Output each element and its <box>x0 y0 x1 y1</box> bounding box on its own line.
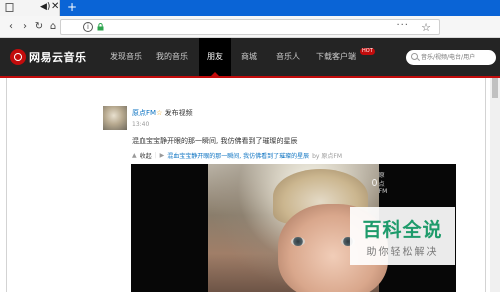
bookmark-star-icon[interactable]: ☆ <box>421 21 431 34</box>
browser-toolbar: ‹ › ↻ ⌂ i ··· ☆ <box>0 16 500 38</box>
nav-item-my-music[interactable]: 我的音乐 <box>150 38 194 76</box>
video-title-link[interactable]: 混血宝宝静开眼的那一瞬间, 我仿佛看到了璀璨的星辰 <box>167 151 309 160</box>
separator: | <box>154 152 157 159</box>
new-tab-button[interactable]: + <box>66 0 78 16</box>
badge-subtitle: 助你轻松解决 <box>366 247 439 258</box>
nav-item-friends[interactable]: 朋友 <box>199 38 231 76</box>
top-nav: 网易云音乐 发现音乐 我的音乐 朋友 商城 音乐人 下载客户端 HOT <box>0 38 500 76</box>
forward-icon[interactable]: › <box>18 20 32 34</box>
lock-icon <box>97 23 104 31</box>
netease-logo-icon <box>10 49 26 65</box>
back-icon[interactable]: ‹ <box>4 20 18 34</box>
user-name-link[interactable]: 原点FM <box>132 109 156 117</box>
video-eye-left <box>291 237 305 246</box>
video-watermark: 原点FM <box>372 170 390 195</box>
collapse-link[interactable]: 收起 <box>140 151 152 160</box>
post-text: 混血宝宝静开眼的那一瞬间, 我仿佛看到了璀璨的星辰 <box>132 137 298 145</box>
scrollbar-thumb[interactable] <box>492 78 498 98</box>
logo-text: 网易云音乐 <box>29 51 87 64</box>
baike-watermark-badge: 百科全说 助你轻松解决 <box>350 207 455 265</box>
browser-tab[interactable]: ◀) ✕ <box>0 0 60 16</box>
badge-title: 百科全说 <box>362 219 443 241</box>
home-icon[interactable]: ⌂ <box>46 20 60 34</box>
speaker-icon[interactable]: ◀) <box>40 2 50 12</box>
site-info-icon[interactable]: i <box>83 22 93 32</box>
reload-icon[interactable]: ↻ <box>32 20 46 34</box>
video-icon: ▶ <box>159 152 165 159</box>
site-logo[interactable]: 网易云音乐 <box>10 48 87 66</box>
page-actions-icon[interactable]: ··· <box>396 20 409 31</box>
page-scrollbar[interactable] <box>490 78 500 292</box>
search-icon <box>411 53 418 60</box>
page-icon <box>5 3 14 12</box>
collapse-triangle-icon[interactable]: ▲ <box>132 152 137 159</box>
video-source: by 原点FM <box>312 153 343 160</box>
search-input[interactable] <box>421 51 493 63</box>
user-avatar[interactable] <box>103 106 127 130</box>
hot-badge: HOT <box>360 48 375 55</box>
vip-star-icon: ☆ <box>156 109 163 117</box>
video-info-row: ▲ 收起 | ▶ 混血宝宝静开眼的那一瞬间, 我仿佛看到了璀璨的星辰 by 原点… <box>132 151 342 160</box>
nav-item-store[interactable]: 商城 <box>234 38 264 76</box>
watermark-text: 原点FM <box>378 172 388 195</box>
nav-item-download[interactable]: 下载客户端 <box>312 38 360 76</box>
post-header: 原点FM☆ 发布视频 <box>132 108 193 118</box>
address-bar[interactable]: i ··· ☆ <box>60 19 440 35</box>
post-action-label: 发布视频 <box>164 109 193 117</box>
search-box[interactable] <box>406 50 496 65</box>
close-tab-icon[interactable]: ✕ <box>51 1 59 12</box>
nav-item-musician[interactable]: 音乐人 <box>270 38 306 76</box>
watermark-icon <box>372 179 377 186</box>
post-time: 13:40 <box>132 121 150 128</box>
browser-tab-strip: ◀) ✕ + <box>0 0 500 16</box>
nav-item-discover[interactable]: 发现音乐 <box>104 38 148 76</box>
